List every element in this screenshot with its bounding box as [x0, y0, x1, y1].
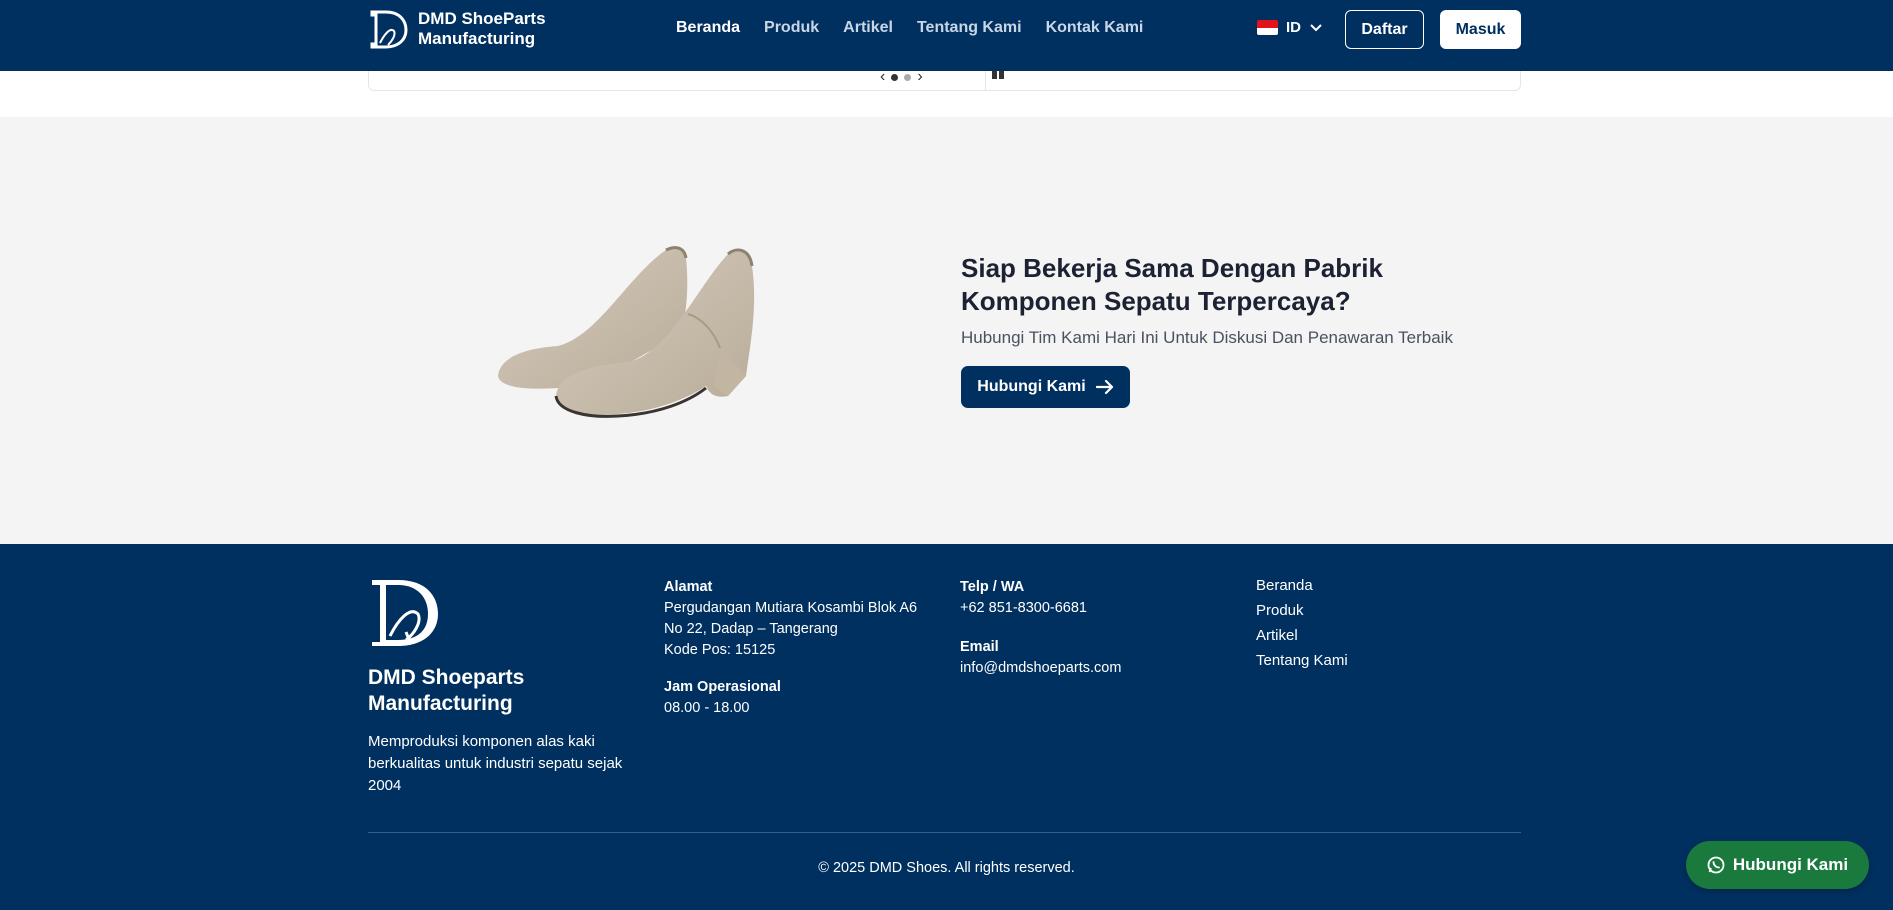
arrow-right-icon	[1095, 379, 1113, 395]
language-code: ID	[1286, 19, 1301, 36]
site-footer: DMD Shoeparts Manufacturing Memproduksi …	[0, 544, 1893, 910]
carousel-controls: ‹ ›	[880, 69, 923, 85]
footer-brand-line1: DMD Shoeparts	[368, 666, 525, 689]
footer-link-produk[interactable]: Produk	[1256, 602, 1348, 619]
footer-address-col: Alamat Pergudangan Mutiara Kosambi Blok …	[664, 577, 917, 719]
register-button[interactable]: Daftar	[1345, 10, 1424, 49]
address-line1: Pergudangan Mutiara Kosambi Blok A6	[664, 600, 918, 616]
language-selector[interactable]: ID	[1257, 19, 1323, 36]
nav-kontak-kami[interactable]: Kontak Kami	[1046, 19, 1144, 37]
nav-produk[interactable]: Produk	[764, 19, 819, 37]
footer-links: Beranda Produk Artikel Tentang Kami	[1256, 577, 1348, 669]
whatsapp-label: Hubungi Kami	[1732, 855, 1849, 874]
shoe-image	[498, 246, 755, 418]
email-value[interactable]: info@dmdshoeparts.com	[960, 658, 1121, 679]
contact-us-label: Hubungi Kami	[977, 378, 1086, 395]
nav-tentang-kami[interactable]: Tentang Kami	[917, 19, 1022, 37]
footer-divider	[368, 832, 1521, 833]
address-heading: Alamat	[664, 579, 713, 595]
address-line3: Kode Pos: 15125	[664, 642, 776, 658]
carousel-section: ‹ ›	[0, 69, 1893, 117]
email-heading: Email	[960, 639, 999, 655]
hours-heading: Jam Operasional	[664, 679, 781, 695]
footer-contact-col: Telp / WA +62 851-8300-6681 Email info@d…	[960, 577, 1121, 679]
indonesia-flag-icon	[1257, 20, 1278, 35]
carousel-dot[interactable]	[904, 73, 912, 81]
footer-link-tentang-kami[interactable]: Tentang Kami	[1256, 652, 1348, 669]
phone-value[interactable]: +62 851-8300-6681	[960, 598, 1121, 619]
address-line2: No 22, Dadap – Tangerang	[664, 621, 838, 637]
footer-description: Memproduksi komponen alas kaki berkualit…	[368, 733, 623, 794]
pause-icon[interactable]	[992, 71, 1004, 79]
chevron-down-icon	[1310, 23, 1322, 31]
brand-name-line1: DMD ShoeParts	[418, 9, 546, 28]
footer-link-artikel[interactable]: Artikel	[1256, 627, 1348, 644]
footer-link-beranda[interactable]: Beranda	[1256, 577, 1348, 594]
footer-logo-icon	[372, 580, 438, 646]
login-button[interactable]: Masuk	[1440, 10, 1521, 49]
chevron-left-icon[interactable]: ‹	[880, 69, 885, 85]
whatsapp-contact-button[interactable]: Hubungi Kami	[1686, 841, 1869, 889]
brand-name-line2: Manufacturing	[418, 29, 536, 48]
cta-subtitle: Hubungi Tim Kami Hari Ini Untuk Diskusi …	[961, 328, 1453, 347]
carousel-card	[368, 71, 1521, 91]
main-nav: Beranda Produk Artikel Tentang Kami Kont…	[676, 19, 1143, 37]
hours-value: 08.00 - 18.00	[664, 700, 750, 716]
phone-heading: Telp / WA	[960, 579, 1025, 595]
footer-brand-line2: Manufacturing	[368, 692, 513, 715]
site-header: DMD ShoeParts Manufacturing Beranda Prod…	[0, 0, 1893, 71]
whatsapp-icon	[1707, 856, 1725, 874]
nav-artikel[interactable]: Artikel	[843, 19, 893, 37]
card-divider	[985, 71, 986, 91]
carousel-dot-active[interactable]	[891, 73, 899, 81]
brand-logo[interactable]: DMD ShoeParts Manufacturing	[368, 9, 546, 49]
nav-beranda[interactable]: Beranda	[676, 19, 740, 37]
footer-brand: DMD Shoeparts Manufacturing	[368, 665, 608, 717]
chevron-right-icon[interactable]: ›	[917, 69, 922, 85]
contact-us-button[interactable]: Hubungi Kami	[961, 366, 1130, 408]
copyright-text: © 2025 DMD Shoes. All rights reserved.	[818, 860, 1075, 876]
logo-icon	[370, 10, 408, 49]
cta-title: Siap Bekerja Sama Dengan Pabrik Komponen…	[961, 253, 1383, 316]
